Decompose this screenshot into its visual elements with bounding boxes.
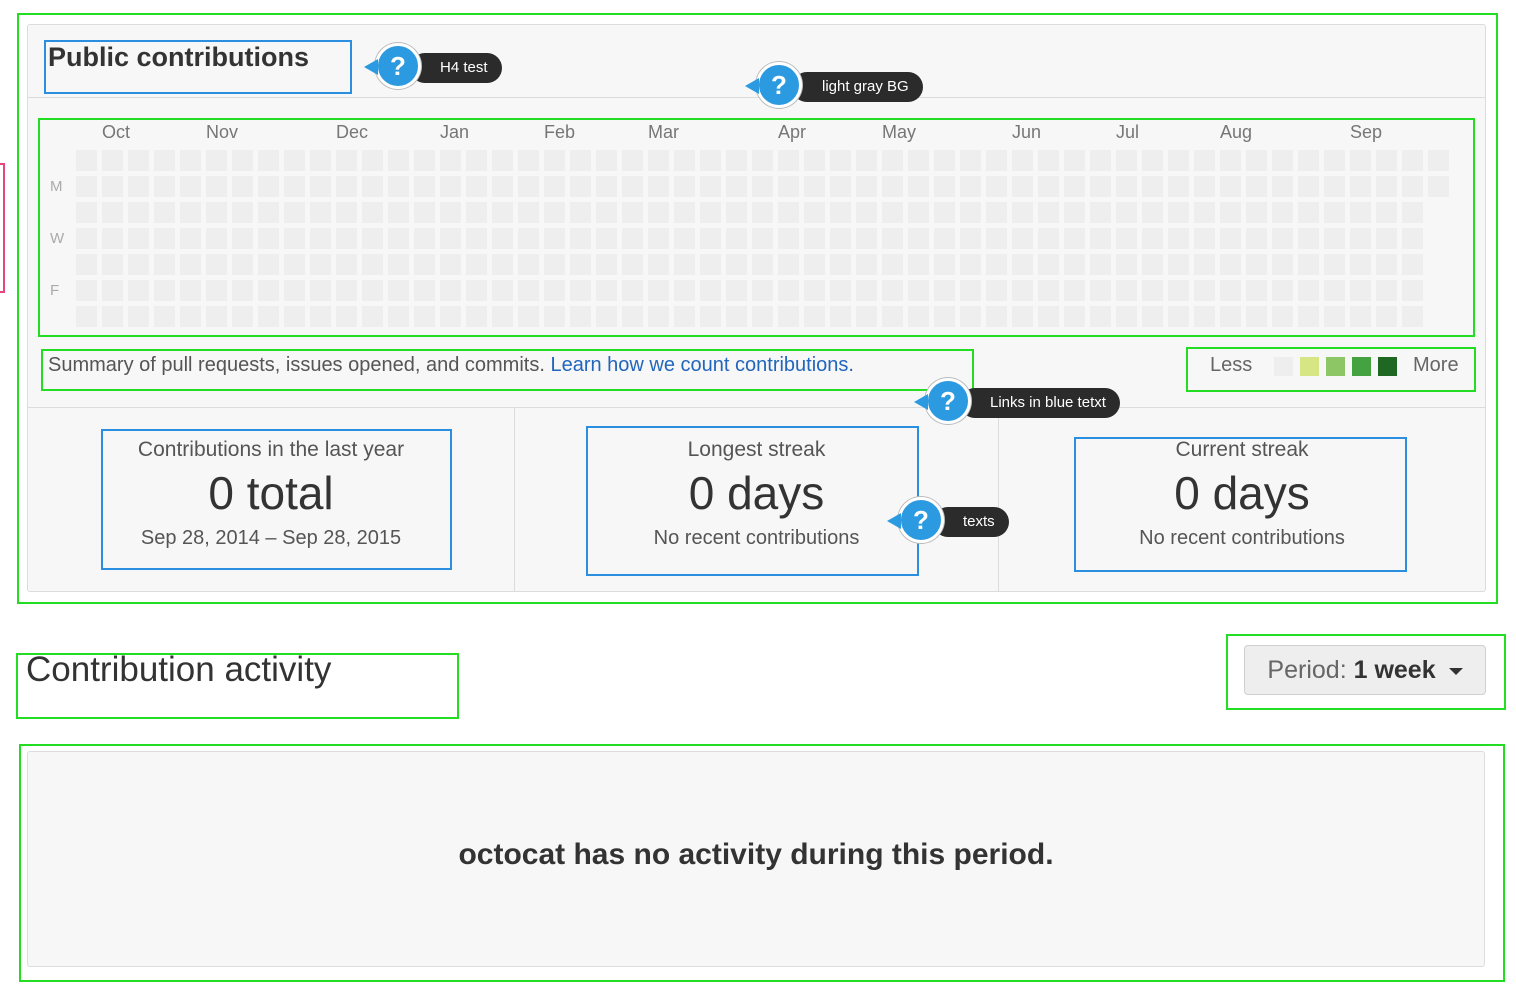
help-icon[interactable]: ? <box>914 378 971 424</box>
annotation-label: light gray BG <box>792 72 923 102</box>
stat-highlight <box>586 426 919 576</box>
activity-highlight <box>19 744 1505 982</box>
title-highlight <box>44 40 352 94</box>
period-highlight <box>1226 634 1506 710</box>
annotation-label: texts <box>933 507 1009 537</box>
help-icon[interactable]: ? <box>887 497 944 543</box>
activity-title-highlight <box>16 653 459 719</box>
help-icon[interactable]: ? <box>364 43 421 89</box>
summary-highlight <box>41 349 974 391</box>
calendar-highlight <box>38 118 1475 337</box>
stat-highlight <box>1074 437 1407 572</box>
stat-highlight <box>101 429 452 570</box>
legend-highlight <box>1186 347 1476 392</box>
stats-divider <box>28 407 1485 408</box>
left-marker <box>0 163 5 293</box>
annotation-label: H4 test <box>410 53 502 83</box>
annotation-label: Links in blue tetxt <box>960 388 1120 418</box>
help-icon[interactable]: ? <box>745 62 802 108</box>
